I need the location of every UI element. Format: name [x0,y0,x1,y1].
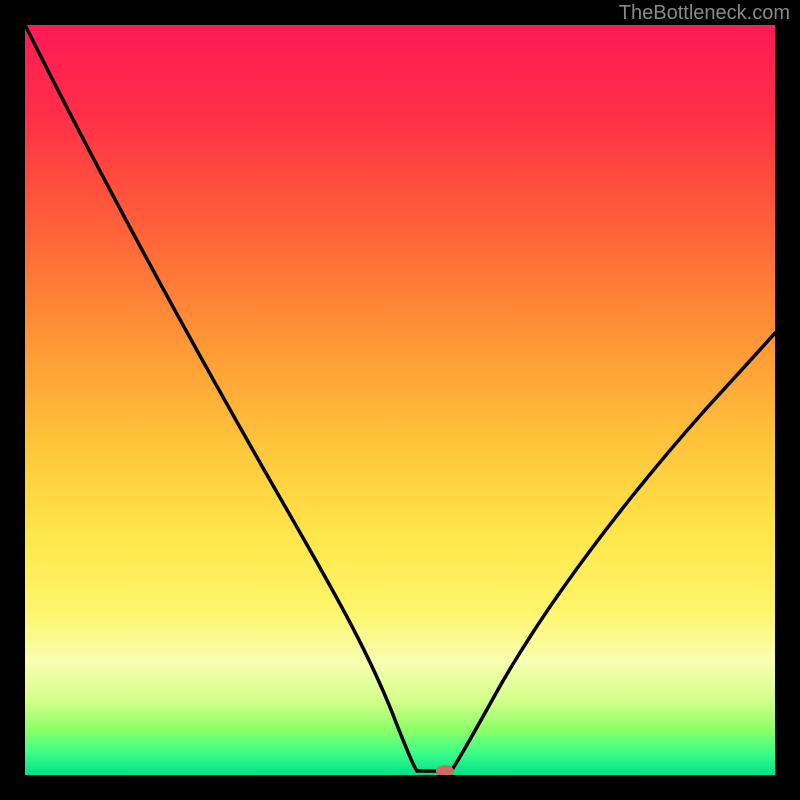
gradient-background [25,25,775,775]
chart-plot-area [25,25,775,775]
bottleneck-chart-svg [25,25,775,775]
watermark-text: TheBottleneck.com [619,2,790,25]
